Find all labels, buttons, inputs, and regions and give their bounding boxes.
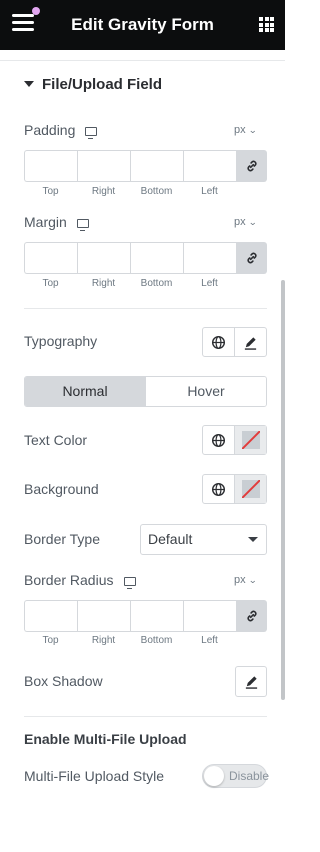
state-tabs: Normal Hover [24, 376, 267, 407]
pencil-icon [245, 336, 257, 350]
border-radius-link-button[interactable] [236, 600, 267, 632]
page-title: Edit Gravity Form [71, 15, 214, 34]
caret-down-icon [24, 81, 34, 87]
link-icon [246, 160, 257, 172]
dim-label: Bottom [140, 635, 173, 646]
tab-normal[interactable]: Normal [25, 377, 145, 406]
section-toggle[interactable]: File/Upload Field [24, 76, 162, 93]
text-color-swatch[interactable] [234, 426, 266, 454]
border-radius-label-text: Border Radius [24, 572, 114, 588]
dim-label: Left [201, 635, 218, 646]
background-label: Background [24, 481, 99, 497]
empty-swatch-icon [241, 480, 260, 498]
padding-bottom-input[interactable] [130, 150, 183, 182]
dim-label: Top [42, 635, 59, 646]
caret-down-icon [248, 537, 258, 542]
globe-icon [212, 433, 226, 447]
background-color-swatch[interactable] [234, 475, 266, 503]
global-background-button[interactable] [203, 475, 234, 503]
border-radius-left-input[interactable] [183, 600, 236, 632]
padding-label: Padding [24, 122, 98, 139]
tab-hover[interactable]: Hover [145, 377, 266, 406]
edit-typography-button[interactable] [234, 328, 266, 356]
divider [0, 60, 285, 61]
padding-unit-select[interactable]: px ⌄ [234, 124, 257, 136]
typography-label: Typography [24, 333, 98, 349]
monitor-icon[interactable] [76, 219, 89, 231]
text-color-label: Text Color [24, 432, 88, 448]
padding-top-input[interactable] [24, 150, 77, 182]
border-type-value: Default [148, 531, 193, 547]
padding-inputs [24, 150, 267, 182]
multi-file-toggle[interactable]: Disable [202, 764, 270, 788]
border-radius-right-input[interactable] [77, 600, 130, 632]
margin-inputs [24, 242, 267, 274]
typography-controls [202, 327, 267, 357]
border-radius-top-input[interactable] [24, 600, 77, 632]
margin-unit: px [234, 216, 246, 228]
margin-label-text: Margin [24, 214, 67, 230]
pencil-icon [245, 676, 257, 689]
margin-link-button[interactable] [236, 242, 267, 274]
monitor-icon[interactable] [123, 577, 136, 589]
padding-left-input[interactable] [183, 150, 236, 182]
top-bar: Edit Gravity Form [0, 0, 285, 50]
dim-label: Left [201, 278, 218, 289]
multi-file-heading: Enable Multi-File Upload [24, 731, 187, 747]
border-radius-unit-select[interactable]: px ⌄ [234, 574, 257, 586]
margin-label: Margin [24, 214, 89, 231]
chevron-down-icon: ⌄ [247, 575, 257, 585]
section-title: File/Upload Field [42, 76, 163, 93]
border-radius-unit: px [234, 574, 246, 586]
dim-label: Right [91, 186, 116, 197]
dim-label: Bottom [140, 278, 173, 289]
background-controls [202, 474, 267, 504]
border-radius-dim-labels: Top Right Bottom Left [24, 635, 236, 646]
margin-bottom-input[interactable] [130, 242, 183, 274]
box-shadow-label: Box Shadow [24, 673, 103, 689]
multi-file-style-label: Multi-File Upload Style [24, 768, 165, 784]
border-radius-label: Border Radius [24, 572, 136, 589]
margin-top-input[interactable] [24, 242, 77, 274]
link-icon [246, 252, 257, 264]
global-typography-button[interactable] [203, 328, 234, 356]
scrollbar[interactable] [281, 280, 285, 700]
dim-label: Right [91, 635, 116, 646]
dim-label: Bottom [140, 186, 173, 197]
dim-label: Top [42, 186, 59, 197]
padding-label-text: Padding [24, 122, 76, 138]
padding-dim-labels: Top Right Bottom Left [24, 186, 236, 197]
notification-dot [32, 7, 40, 15]
box-shadow-edit-button[interactable] [235, 666, 267, 697]
toggle-label: Disable [229, 769, 270, 783]
global-color-button[interactable] [203, 426, 234, 454]
divider [24, 308, 267, 309]
margin-unit-select[interactable]: px ⌄ [234, 216, 257, 228]
border-type-select[interactable]: Default [140, 524, 267, 555]
divider [24, 716, 267, 717]
padding-unit: px [234, 124, 246, 136]
border-type-label: Border Type [24, 531, 101, 547]
widgets-grid-icon[interactable] [259, 17, 274, 32]
padding-link-button[interactable] [236, 150, 267, 182]
text-color-controls [202, 425, 267, 455]
link-icon [246, 610, 257, 622]
globe-icon [212, 335, 226, 349]
dim-label: Right [91, 278, 116, 289]
dim-label: Left [201, 186, 218, 197]
border-radius-bottom-input[interactable] [130, 600, 183, 632]
chevron-down-icon: ⌄ [247, 125, 257, 135]
chevron-down-icon: ⌄ [247, 217, 257, 227]
margin-dim-labels: Top Right Bottom Left [24, 278, 236, 289]
margin-left-input[interactable] [183, 242, 236, 274]
toggle-knob [204, 766, 224, 786]
globe-icon [212, 482, 226, 496]
border-radius-inputs [24, 600, 267, 632]
padding-right-input[interactable] [77, 150, 130, 182]
monitor-icon[interactable] [85, 127, 98, 139]
empty-swatch-icon [241, 431, 260, 449]
dim-label: Top [42, 278, 59, 289]
margin-right-input[interactable] [77, 242, 130, 274]
